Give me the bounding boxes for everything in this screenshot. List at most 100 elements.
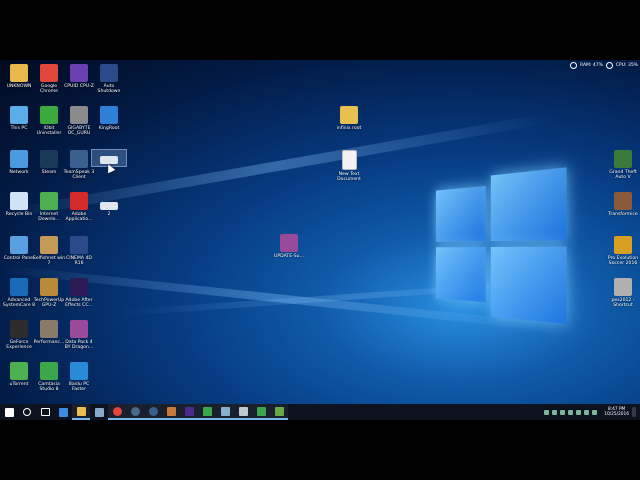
desktop-icon-pes2012[interactable]: pes2012 - Shortcut xyxy=(606,278,640,309)
desktop-icon-iobit[interactable]: IObit Uninstaller xyxy=(32,106,66,137)
task-view-icon xyxy=(41,408,50,416)
desktop-icon-baidu[interactable]: Baidu PC Faster xyxy=(62,362,96,393)
desktop-icon-advsyscare[interactable]: Advanced SystemCare 8 xyxy=(2,278,36,309)
desktop-icon-thispc[interactable]: This PC xyxy=(2,106,36,131)
desktop-icon-label: Recycle Bin xyxy=(2,212,36,217)
desktop-icon-cinema4d[interactable]: CINEMA 4D R16 xyxy=(62,236,96,267)
cpu-gauge-icon xyxy=(606,62,613,69)
tray-icon[interactable] xyxy=(568,410,573,415)
desktop-icon-label: TeamSpeak 3 Client xyxy=(62,170,96,181)
taskbar-camtasia-button[interactable] xyxy=(252,404,270,420)
store-icon xyxy=(95,408,104,417)
desktop-icon-two[interactable]: 2 xyxy=(92,196,126,217)
desktop-icon-geforce[interactable]: GeForce Experience xyxy=(2,320,36,351)
desktop-icon-cpuz[interactable]: CPUID CPU-Z xyxy=(62,64,96,89)
taskbar-window-button[interactable] xyxy=(216,404,234,420)
taskbar-app-button[interactable] xyxy=(162,404,180,420)
pes-icon xyxy=(614,278,632,296)
tray-icon[interactable] xyxy=(560,410,565,415)
control-panel-icon xyxy=(10,236,28,254)
desktop-icon-infinix[interactable]: infinix root xyxy=(332,106,366,131)
geforce-icon xyxy=(10,320,28,338)
transformice-icon xyxy=(614,192,632,210)
taskbar-after-effects-button[interactable] xyxy=(180,404,198,420)
adobe-icon xyxy=(70,192,88,210)
desktop-icon-controlpanel[interactable]: Control Panel xyxy=(2,236,36,261)
search-icon xyxy=(23,408,31,416)
notifications-icon[interactable] xyxy=(632,407,636,417)
taskbar-chrome-button[interactable] xyxy=(108,404,126,420)
desktop-icon-update[interactable]: UPDATE-Su... xyxy=(272,234,306,259)
desktop-icon-label: CPUID CPU-Z xyxy=(62,84,96,89)
desktop-icon-kingroot[interactable]: KingRoot xyxy=(92,106,126,131)
winrar-icon xyxy=(280,234,298,252)
desktop-icon-unknown[interactable]: UNKNOWN xyxy=(2,64,36,89)
desktop-icon-gta[interactable]: Grand Theft Auto V xyxy=(606,150,640,181)
folder-icon xyxy=(340,106,358,124)
desktop-icon-autoshutdown[interactable]: Auto Shutdown xyxy=(92,64,126,95)
taskbar-window-button[interactable] xyxy=(234,404,252,420)
desktop-icon-label: Transformice xyxy=(606,212,640,217)
gpuz-icon xyxy=(40,278,58,296)
taskbar-edge-button[interactable] xyxy=(54,404,72,420)
network-icon xyxy=(10,150,28,168)
steam-icon xyxy=(131,407,140,416)
desktop-icon-label: Steam xyxy=(32,170,66,175)
volume-tray-icon[interactable] xyxy=(592,410,597,415)
desktop-icon-label: UPDATE-Su... xyxy=(272,254,306,259)
tray-icon[interactable] xyxy=(576,410,581,415)
desktop-icon-pes[interactable]: Pro Evolution Soccer 2016 xyxy=(606,236,640,267)
taskbar-task-view-button[interactable] xyxy=(36,404,54,420)
tray-icon[interactable] xyxy=(552,410,557,415)
desktop-icon-label: Google Chrome xyxy=(32,84,66,95)
clock-date: 10/25/2016 xyxy=(604,412,629,417)
desktop-icon-datapack[interactable]: Data Pack 4 BY Dragon... xyxy=(62,320,96,351)
desktop-icon-label: 2 xyxy=(92,212,126,217)
taskbar-camtasia-button[interactable] xyxy=(198,404,216,420)
desktop-icon-teamspeak[interactable]: TeamSpeak 3 Client xyxy=(62,150,96,181)
taskbar-teamspeak-button[interactable] xyxy=(144,404,162,420)
gta-icon xyxy=(614,150,632,168)
desktop-icon-label: KingRoot xyxy=(92,126,126,131)
desktop-icon-chrome[interactable]: Google Chrome xyxy=(32,64,66,95)
taskbar[interactable]: 8:47 PM 10/25/2016 xyxy=(0,404,640,420)
desktop-icon-gigabyte[interactable]: GIGABYTE OC_GURU xyxy=(62,106,96,137)
desktop-icon-label: infinix root xyxy=(332,126,366,131)
desktop-icon-label: uTorrent xyxy=(2,382,36,387)
network-tray-icon[interactable] xyxy=(584,410,589,415)
desktop-icon-newtext[interactable]: New Text Document xyxy=(332,150,366,183)
taskbar-clock[interactable]: 8:47 PM 10/25/2016 xyxy=(604,407,629,417)
desktop-icon-steam[interactable]: Steam xyxy=(32,150,66,175)
folder-icon xyxy=(10,64,28,82)
taskbar-pinned-apps xyxy=(0,404,288,420)
desktop-icon-adobeapp[interactable]: Adobe Applicatio... xyxy=(62,192,96,223)
desktop-icon-aftereffects[interactable]: Adobe After Effects CC... xyxy=(62,278,96,309)
taskbar-file-explorer-button[interactable] xyxy=(72,404,90,420)
desktop-icon-techpowerup[interactable]: TechPowerUp GPU-Z xyxy=(32,278,66,309)
desktop-icon-recycle[interactable]: Recycle Bin xyxy=(2,192,36,217)
desktop-icon-network[interactable]: Network xyxy=(2,150,36,175)
cpu-usage: CPU: 35% xyxy=(616,63,638,68)
tray-icon[interactable] xyxy=(544,410,549,415)
download-icon xyxy=(40,192,58,210)
chrome-icon xyxy=(113,407,122,416)
taskbar-steam-button[interactable] xyxy=(126,404,144,420)
taskbar-start-button[interactable] xyxy=(0,404,18,420)
performance-icon xyxy=(40,320,58,338)
taskbar-store-button[interactable] xyxy=(90,404,108,420)
desktop-icon-ie[interactable]: Internet Downlo... xyxy=(32,192,66,223)
desktop-icon-performance[interactable]: Performanc... xyxy=(32,320,66,345)
baidu-icon xyxy=(70,362,88,380)
desktop-icon-label: TechPowerUp GPU-Z xyxy=(32,298,66,309)
desktop-icon-teamformice[interactable]: Transformice xyxy=(606,192,640,217)
desktop-icon-selfishnet[interactable]: Selfishnet win 7 xyxy=(32,236,66,267)
desktop-icon-label: pes2012 - Shortcut xyxy=(606,298,640,309)
desktop-icon-utorrent[interactable]: uTorrent xyxy=(2,362,36,387)
windows-logo-wallpaper xyxy=(436,167,569,333)
desktop-icon-camtasia[interactable]: Camtasia Studio 8 xyxy=(32,362,66,393)
taskbar-search-button[interactable] xyxy=(18,404,36,420)
cinema4d-icon xyxy=(70,236,88,254)
taskbar-app-button[interactable] xyxy=(270,404,288,420)
start-icon xyxy=(5,408,14,417)
window-icon xyxy=(221,407,230,416)
